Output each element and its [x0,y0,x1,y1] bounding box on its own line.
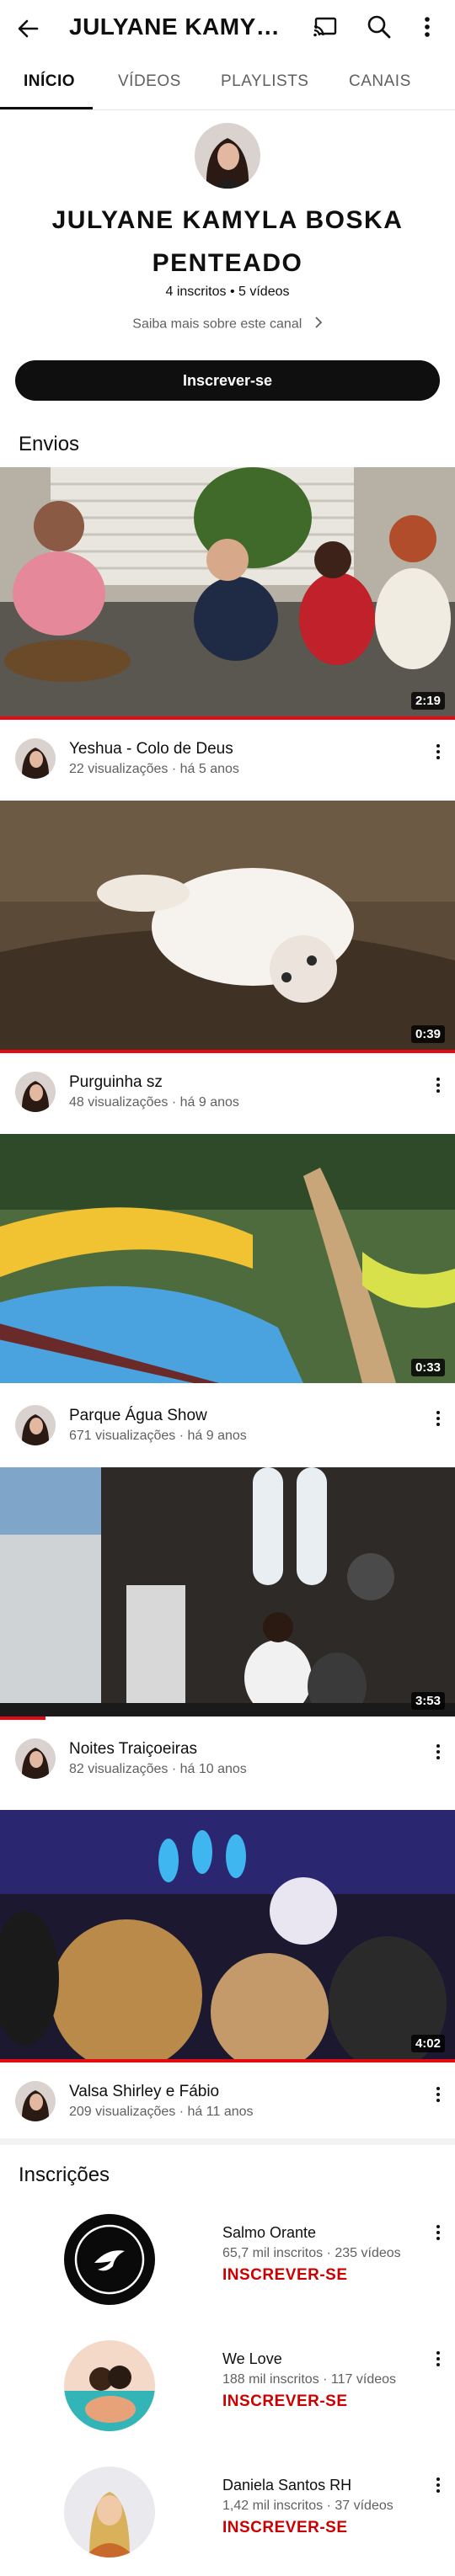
subscription-name[interactable]: Daniela Santos RH [222,2477,351,2494]
channel-avatar-small[interactable] [15,1405,56,1445]
watch-progress-bar [0,2059,455,2062]
channel-stats: 4 inscritos • 5 vídeos [165,285,290,299]
video-title[interactable]: Valsa Shirley e Fábio [69,2083,219,2101]
channel-tabs: INÍCIO VÍDEOS PLAYLISTS CANAIS [0,57,455,110]
subscription-avatar[interactable] [64,2467,155,2557]
video-thumbnail[interactable]: 3:53 [0,1467,455,1716]
video-info: Parque Água Show 671 visualizações · há … [0,1395,455,1454]
video-title[interactable]: Noites Traiçoeiras [69,1740,197,1759]
video-title[interactable]: Purguinha sz [69,1073,163,1092]
more-vert-icon[interactable] [430,2084,447,2105]
video-duration: 0:39 [410,1025,445,1043]
chevron-right-icon [314,316,323,333]
watch-progress-bar [0,1716,46,1720]
subscriptions-section-title: Inscrições [19,2164,110,2186]
subscription-meta: 65,7 mil inscritos · 235 vídeos [222,2246,401,2260]
about-channel-label: Saiba mais sobre este canal [132,317,302,332]
video-title[interactable]: Yeshua - Colo de Deus [69,740,233,758]
video-thumbnail[interactable]: 0:39 [0,801,455,1050]
about-channel-link[interactable]: Saiba mais sobre este canal [0,316,455,333]
subscribe-link[interactable]: INSCREVER-SE [222,2519,348,2537]
subscription-avatar[interactable] [64,2214,155,2305]
subscription-channel-item[interactable]: Daniela Santos RH 1,42 mil inscritos · 3… [0,2458,455,2576]
video-info: Yeshua - Colo de Deus 22 visualizações ·… [0,728,455,787]
subscription-meta: 188 mil inscritos · 117 vídeos [222,2372,397,2387]
video-meta: 671 visualizações · há 9 anos [69,1429,247,1443]
channel-avatar-small[interactable] [15,1738,56,1779]
channel-avatar-small[interactable] [15,1072,56,1112]
video-duration: 0:33 [410,1359,445,1376]
video-info: Purguinha sz 48 visualizações · há 9 ano… [0,1062,455,1120]
subscribe-button[interactable]: Inscrever-se [15,360,440,401]
subscription-avatar[interactable] [64,2340,155,2431]
subscription-name[interactable]: Salmo Orante [222,2224,316,2242]
channel-avatar-small[interactable] [15,2081,56,2121]
subscription-meta: 1,42 mil inscritos · 37 vídeos [222,2499,393,2513]
subscription-channel-item[interactable]: We Love 188 mil inscritos · 117 vídeos I… [0,2332,455,2450]
tab-canais[interactable]: CANAIS [349,72,411,91]
search-icon[interactable] [364,12,394,42]
active-tab-indicator [0,107,93,109]
subscribe-link[interactable]: INSCREVER-SE [222,2266,348,2285]
video-info: Valsa Shirley e Fábio 209 visualizações … [0,2071,455,2130]
cast-icon[interactable] [310,12,340,42]
more-vert-icon[interactable] [430,1075,447,1095]
more-vert-icon[interactable] [430,742,447,762]
back-arrow-icon[interactable] [12,12,46,45]
channel-avatar-small[interactable] [15,738,56,779]
tab-inicio[interactable]: INÍCIO [24,72,75,91]
video-meta: 82 visualizações · há 10 anos [69,1762,247,1776]
more-vert-icon[interactable] [430,2475,447,2495]
video-thumbnail[interactable]: 4:02 [0,1810,455,2059]
video-meta: 209 visualizações · há 11 anos [69,2105,254,2119]
more-vert-icon[interactable] [430,1408,447,1429]
tab-videos[interactable]: VÍDEOS [118,72,181,91]
section-divider [0,2138,455,2145]
video-card[interactable]: 2:19 Yeshua - Colo de Deus 22 visualizaç… [0,467,455,787]
more-vert-icon[interactable] [430,2349,447,2369]
watch-progress-bar [0,716,455,720]
channel-avatar[interactable] [195,123,260,189]
video-meta: 22 visualizações · há 5 anos [69,762,239,776]
subscription-channel-item[interactable]: Salmo Orante 65,7 mil inscritos · 235 ví… [0,2206,455,2323]
subscription-name[interactable]: We Love [222,2350,282,2368]
video-title[interactable]: Parque Água Show [69,1407,207,1425]
more-vert-icon[interactable] [416,12,438,42]
video-thumbnail[interactable]: 2:19 [0,467,455,716]
more-vert-icon[interactable] [430,2222,447,2243]
subscribe-link[interactable]: INSCREVER-SE [222,2392,348,2411]
page-title: JULYANE KAMYLA BOSKA PENTEADO [69,13,288,40]
watch-progress-bar [0,1050,455,1053]
video-card[interactable]: 4:02 Valsa Shirley e Fábio 209 visualiza… [0,1810,455,2130]
channel-name: JULYANE KAMYLA BOSKA PENTEADO [51,206,404,277]
video-thumbnail[interactable]: 0:33 [0,1134,455,1383]
video-duration: 4:02 [410,2035,445,2052]
more-vert-icon[interactable] [430,1742,447,1762]
video-card[interactable]: 0:39 Purguinha sz 48 visualizações · há … [0,801,455,1120]
video-card[interactable]: 0:33 Parque Água Show 671 visualizações … [0,1134,455,1454]
video-card[interactable]: 3:53 Noites Traiçoeiras 82 visualizações… [0,1467,455,1787]
video-meta: 48 visualizações · há 9 anos [69,1095,239,1110]
video-duration: 3:53 [410,1692,445,1710]
tab-playlists[interactable]: PLAYLISTS [221,72,308,91]
uploads-section-title: Envios [19,433,80,455]
video-info: Noites Traiçoeiras 82 visualizações · há… [0,1728,455,1787]
top-app-bar: JULYANE KAMYLA BOSKA PENTEADO [0,0,455,56]
video-duration: 2:19 [410,692,445,710]
